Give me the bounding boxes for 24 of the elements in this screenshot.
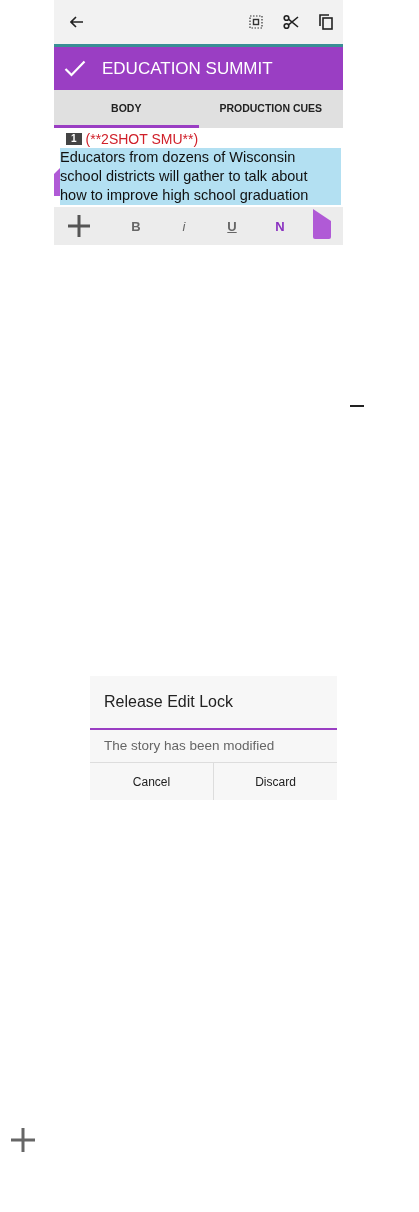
check-icon[interactable] bbox=[64, 60, 86, 77]
select-all-icon[interactable] bbox=[249, 15, 263, 29]
slug-number: 1 bbox=[66, 133, 82, 145]
dash-mark bbox=[350, 405, 364, 407]
format-button[interactable]: U bbox=[208, 218, 256, 234]
format-button[interactable]: B bbox=[112, 218, 160, 234]
selected-text-line: school districts will gather to talk about bbox=[60, 167, 309, 186]
selected-text-line: how to improve high school graduation bbox=[60, 186, 310, 205]
selected-text-line: Educators from dozens of Wisconsin bbox=[60, 148, 297, 167]
plus-icon[interactable] bbox=[11, 1128, 35, 1152]
dialog-title: Release Edit Lock bbox=[90, 676, 337, 730]
back-arrow-icon[interactable] bbox=[70, 16, 84, 28]
dialog-button[interactable]: Discard bbox=[213, 763, 337, 800]
story-title: EDUCATION SUMMIT bbox=[102, 58, 273, 79]
format-button[interactable]: i bbox=[160, 218, 208, 234]
copy-icon[interactable] bbox=[319, 14, 333, 30]
cut-icon[interactable] bbox=[283, 14, 299, 30]
dialog-message: The story has been modified bbox=[90, 730, 337, 763]
tab[interactable]: PRODUCTION CUES bbox=[198, 90, 343, 128]
dialog-button[interactable]: Cancel bbox=[90, 763, 213, 800]
selection-handle-icon[interactable] bbox=[313, 209, 331, 239]
format-button[interactable]: N bbox=[256, 218, 304, 234]
production-cue: (**2SHOT SMU**) bbox=[85, 131, 199, 147]
plus-icon[interactable] bbox=[68, 215, 90, 237]
